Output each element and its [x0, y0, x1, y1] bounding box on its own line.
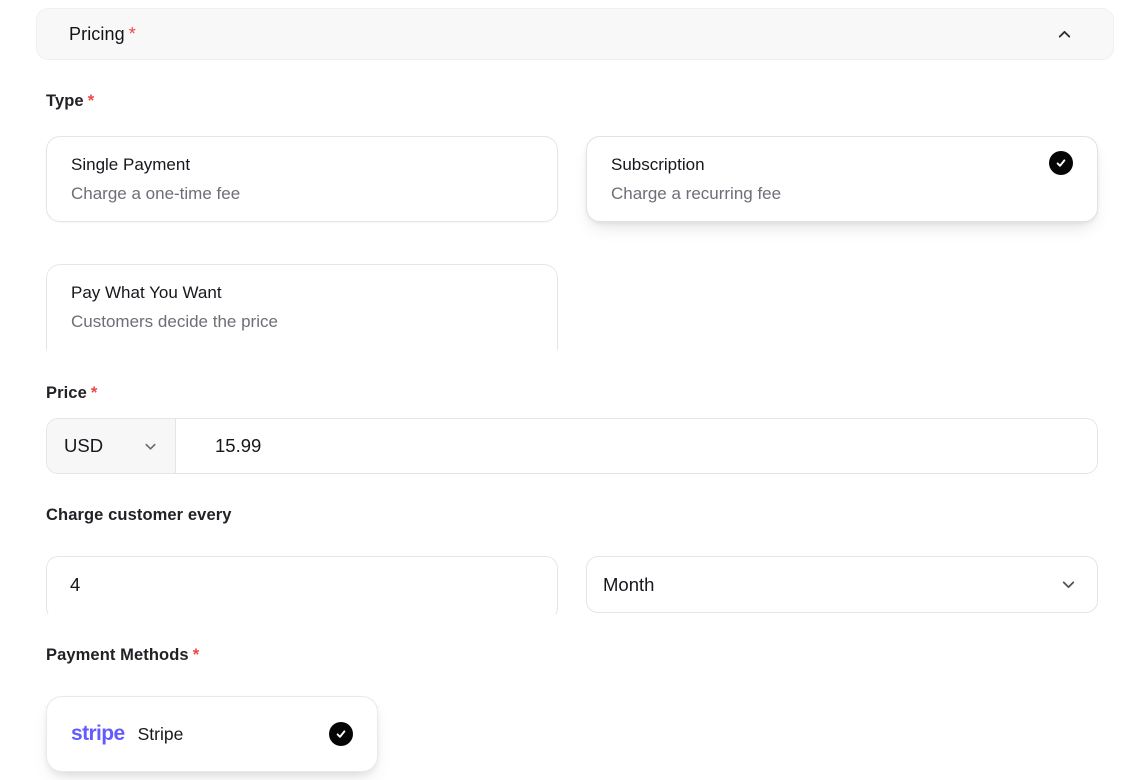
- currency-value: USD: [64, 435, 103, 457]
- interval-label: Charge customer every: [46, 506, 1098, 525]
- option-description: Customers decide the price: [71, 312, 533, 332]
- chevron-down-icon: [143, 439, 158, 454]
- pricing-section-body: Type* Single Payment Charge a one-time f…: [0, 92, 1148, 772]
- selected-check-icon: [329, 722, 353, 746]
- type-option-pay-what-you-want[interactable]: Pay What You Want Customers decide the p…: [46, 264, 558, 350]
- required-asterisk: *: [91, 384, 98, 402]
- interval-unit-select[interactable]: Month: [586, 556, 1098, 613]
- interval-count-clip: [46, 556, 558, 614]
- pricing-form: Pricing* Type* Single Payment Charge a o…: [0, 0, 1148, 780]
- option-title: Single Payment: [71, 155, 533, 175]
- type-label-text: Type: [46, 92, 84, 110]
- interval-count-input[interactable]: [46, 556, 558, 614]
- payment-method-stripe[interactable]: stripe Stripe: [46, 696, 378, 772]
- chevron-down-icon: [1060, 576, 1077, 593]
- required-asterisk: *: [193, 646, 200, 664]
- payment-method-name: Stripe: [138, 724, 184, 745]
- stripe-logo: stripe: [71, 722, 125, 746]
- type-option-subscription[interactable]: Subscription Charge a recurring fee: [586, 136, 1098, 222]
- interval-unit-value: Month: [603, 574, 654, 596]
- section-title-text: Pricing: [69, 24, 125, 44]
- type-label: Type*: [46, 92, 1098, 111]
- payment-methods-label-text: Payment Methods: [46, 646, 189, 664]
- option-description: Charge a one-time fee: [71, 184, 533, 204]
- required-asterisk: *: [129, 24, 136, 44]
- chevron-up-icon[interactable]: [1056, 26, 1073, 43]
- price-label: Price*: [46, 384, 1098, 403]
- type-option-clip: Pay What You Want Customers decide the p…: [46, 264, 558, 350]
- required-asterisk: *: [88, 92, 95, 110]
- type-options-grid: Single Payment Charge a one-time fee Sub…: [46, 136, 1098, 350]
- price-input-group: USD: [46, 418, 1098, 474]
- option-description: Charge a recurring fee: [611, 184, 1073, 204]
- currency-select[interactable]: USD: [47, 419, 176, 473]
- selected-check-icon: [1049, 151, 1073, 175]
- payment-methods-label: Payment Methods*: [46, 646, 1098, 665]
- price-label-text: Price: [46, 384, 87, 402]
- price-amount-input[interactable]: [176, 419, 1097, 473]
- section-title: Pricing*: [69, 24, 136, 45]
- option-title: Pay What You Want: [71, 283, 533, 303]
- option-title: Subscription: [611, 155, 1073, 175]
- type-option-single-payment[interactable]: Single Payment Charge a one-time fee: [46, 136, 558, 222]
- pricing-section-header[interactable]: Pricing*: [36, 8, 1114, 60]
- interval-row: Month: [46, 556, 1098, 614]
